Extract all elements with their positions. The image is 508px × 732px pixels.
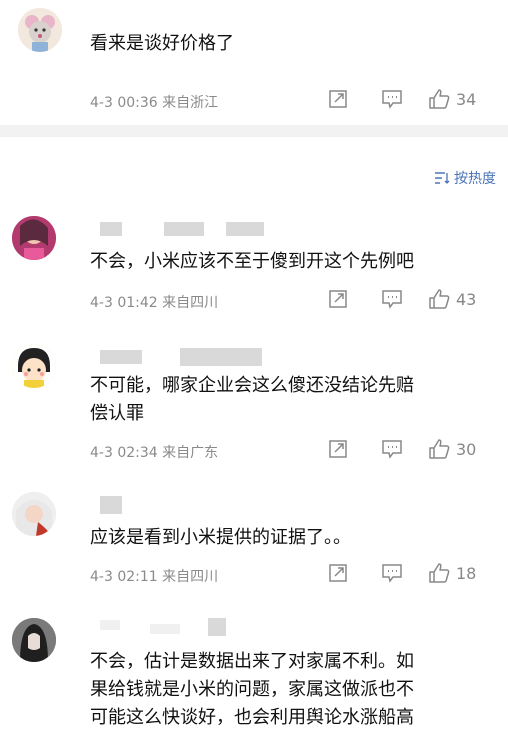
comment-item: 不会，小米应该不至于傻到开这个先例吧 4-3 01:42 来自四川 43 xyxy=(0,212,508,322)
like-button[interactable]: 34 xyxy=(428,88,498,110)
comment-actions: 43 xyxy=(324,288,498,310)
user-avatar-icon xyxy=(12,618,56,662)
username-redacted xyxy=(100,496,122,514)
sort-by-heat-button[interactable]: 按热度 xyxy=(434,168,496,188)
comment-meta: 4-3 02:11 来自四川 xyxy=(90,569,219,585)
share-icon xyxy=(329,564,347,582)
comment-icon xyxy=(382,90,402,109)
thumbs-up-icon xyxy=(429,563,450,583)
username-redacted xyxy=(226,222,264,236)
username-redacted xyxy=(100,350,142,364)
share-button[interactable] xyxy=(324,289,352,309)
comment-item: 应该是看到小米提供的证据了。。 4-3 02:11 来自四川 18 xyxy=(0,488,508,593)
reply-button[interactable] xyxy=(378,289,406,309)
username-redacted xyxy=(150,624,180,634)
like-button[interactable]: 30 xyxy=(428,438,498,460)
cartoon-girl-avatar-icon xyxy=(12,344,56,388)
share-icon xyxy=(329,90,347,108)
thumbs-up-icon xyxy=(429,439,450,459)
like-button[interactable]: 43 xyxy=(428,288,498,310)
comment-text: 不会，小米应该不至于傻到开这个先例吧 xyxy=(90,251,414,272)
comment-actions: 18 xyxy=(324,562,498,584)
comment-text: 不会，估计是数据出来了对家属不利。如 果给钱就是小米的问题，家属这做派也不 可能… xyxy=(90,651,414,728)
username-redacted xyxy=(208,618,226,636)
reply-button[interactable] xyxy=(378,563,406,583)
comment-icon xyxy=(382,440,402,459)
comment-icon xyxy=(382,564,402,583)
comment-actions: 34 xyxy=(324,88,498,110)
username-redacted xyxy=(100,620,120,630)
like-count: 34 xyxy=(456,89,477,109)
share-button[interactable] xyxy=(324,89,352,109)
share-icon xyxy=(329,290,347,308)
like-count: 18 xyxy=(456,563,477,583)
avatar[interactable] xyxy=(12,216,56,260)
comment-meta: 4-3 02:34 来自广东 xyxy=(90,445,219,461)
comment-item: 看来是谈好价格了 4-3 00:36 来自浙江 34 xyxy=(0,0,508,125)
username-redacted xyxy=(100,222,122,236)
comment-text: 不可能，哪家企业会这么傻还没结论先赔 偿认罪 xyxy=(90,375,414,424)
username-redacted xyxy=(180,348,262,366)
user-avatar-icon xyxy=(12,492,56,536)
comment-actions: 30 xyxy=(324,438,498,460)
avatar[interactable] xyxy=(12,618,56,662)
comment-text: 看来是谈好价格了 xyxy=(90,33,234,54)
user-avatar-icon xyxy=(12,216,56,260)
mouse-avatar-icon xyxy=(18,8,62,52)
share-icon xyxy=(329,440,347,458)
avatar[interactable] xyxy=(12,492,56,536)
username-redacted xyxy=(164,222,204,236)
thumbs-up-icon xyxy=(429,289,450,309)
like-count: 30 xyxy=(456,439,477,459)
comment-icon xyxy=(382,290,402,309)
avatar[interactable] xyxy=(12,344,56,388)
like-count: 43 xyxy=(456,289,477,309)
thumbs-up-icon xyxy=(429,89,450,109)
avatar[interactable] xyxy=(18,8,62,52)
comment-item: 不可能，哪家企业会这么傻还没结论先赔 偿认罪 4-3 02:34 来自广东 30 xyxy=(0,338,508,468)
comment-meta: 4-3 00:36 来自浙江 xyxy=(90,95,219,111)
comment-meta: 4-3 01:42 来自四川 xyxy=(90,295,219,311)
sort-icon xyxy=(435,172,450,184)
comment-item: 不会，估计是数据出来了对家属不利。如 果给钱就是小米的问题，家属这做派也不 可能… xyxy=(0,612,508,730)
sort-label: 按热度 xyxy=(454,171,496,187)
share-button[interactable] xyxy=(324,439,352,459)
reply-button[interactable] xyxy=(378,439,406,459)
like-button[interactable]: 18 xyxy=(428,562,498,584)
comment-text: 应该是看到小米提供的证据了。。 xyxy=(90,527,351,548)
share-button[interactable] xyxy=(324,563,352,583)
section-divider xyxy=(0,125,508,137)
reply-button[interactable] xyxy=(378,89,406,109)
